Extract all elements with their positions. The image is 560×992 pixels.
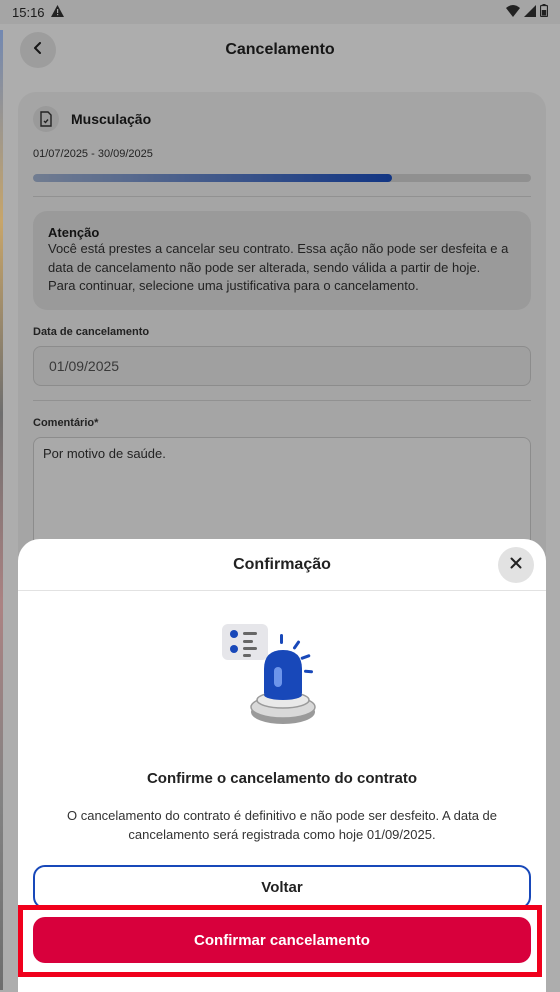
siren-alert-illustration — [222, 623, 318, 727]
close-button[interactable] — [498, 547, 534, 583]
background-app-edge — [0, 30, 3, 990]
confirmation-sheet: Confirmação Confirme o cancelamento do c… — [18, 539, 546, 992]
sheet-description: O cancelamento do contrato é definitivo … — [66, 808, 497, 842]
confirm-cancellation-button[interactable]: Confirmar cancelamento — [33, 917, 531, 963]
sheet-heading: Confirme o cancelamento do contrato — [146, 770, 418, 787]
sheet-title: Confirmação — [233, 555, 331, 573]
sheet-header: Confirmação — [18, 539, 546, 591]
back-sheet-button[interactable]: Voltar — [33, 865, 531, 909]
close-icon — [510, 556, 522, 574]
